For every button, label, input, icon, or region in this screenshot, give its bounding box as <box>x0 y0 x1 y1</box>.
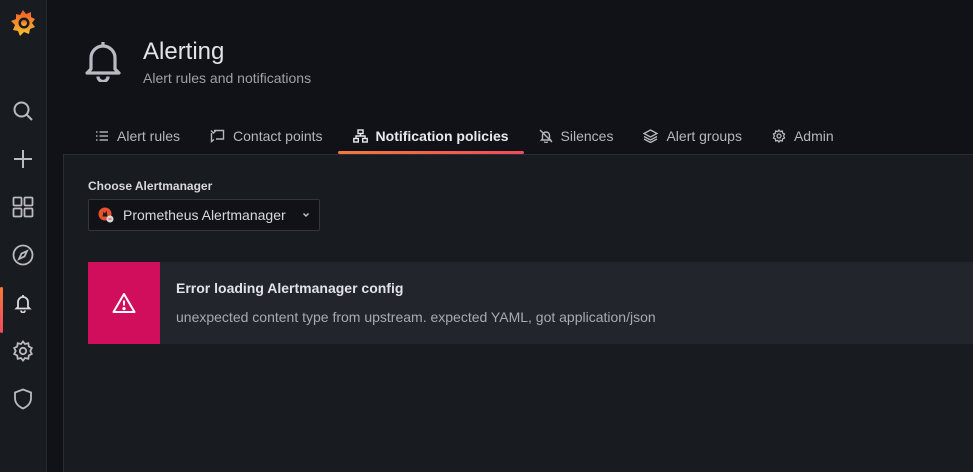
sidebar-item-server-admin[interactable] <box>0 379 46 419</box>
list-icon <box>96 131 108 141</box>
bell-icon <box>84 40 122 84</box>
page-subtitle: Alert rules and notifications <box>143 70 312 86</box>
tab-label: Silences <box>560 128 614 144</box>
tab-alert-rules[interactable]: Alert rules <box>80 118 195 154</box>
tab-content: Choose Alertmanager Prometheus Alertmana… <box>63 154 973 472</box>
sidebar-item-search[interactable] <box>0 91 46 131</box>
layer-group-icon <box>643 129 659 143</box>
sidebar <box>0 0 47 472</box>
tab-label: Alert rules <box>117 128 181 144</box>
alert-title: Error loading Alertmanager config <box>176 280 404 296</box>
error-alert: Error loading Alertmanager config unexpe… <box>88 262 973 344</box>
tab-silences[interactable]: Silences <box>524 118 629 154</box>
cog-icon <box>772 129 786 143</box>
gear-icon <box>12 340 34 362</box>
grafana-logo-icon[interactable] <box>9 8 37 38</box>
tab-admin[interactable]: Admin <box>757 118 849 154</box>
sidebar-item-dashboards[interactable] <box>0 187 46 227</box>
alert-body: Error loading Alertmanager config unexpe… <box>160 262 672 344</box>
sidebar-item-create[interactable] <box>0 139 46 179</box>
plus-icon <box>14 150 32 168</box>
tab-contact-points[interactable]: Contact points <box>195 118 338 154</box>
sidebar-item-alerting[interactable] <box>0 283 46 333</box>
alertmanager-picker[interactable]: Prometheus Alertmanager <box>88 199 320 231</box>
tab-notification-policies[interactable]: Notification policies <box>337 118 524 154</box>
tab-label: Admin <box>793 128 834 144</box>
alert-icon-box <box>88 262 160 344</box>
sidebar-item-configuration[interactable] <box>0 331 46 371</box>
page-title: Alerting <box>143 38 225 65</box>
apps-icon <box>12 196 34 218</box>
tab-alert-groups[interactable]: Alert groups <box>628 118 756 154</box>
sitemap-icon <box>352 129 368 143</box>
prometheus-logo-icon <box>98 207 114 223</box>
compass-icon <box>12 244 34 266</box>
bell-slash-icon <box>539 129 553 143</box>
bell-icon <box>14 295 32 313</box>
tab-label: Alert groups <box>666 128 742 144</box>
comment-alt-share-icon <box>210 129 225 143</box>
tab-label: Notification policies <box>375 128 509 144</box>
tab-label: Contact points <box>233 128 323 144</box>
shield-icon <box>14 388 32 410</box>
search-icon <box>13 101 33 121</box>
sidebar-item-explore[interactable] <box>0 235 46 275</box>
chevron-down-icon <box>303 213 309 217</box>
alertmanager-picker-value: Prometheus Alertmanager <box>123 207 286 223</box>
tab-bar: Alert rules Contact points Notification … <box>80 118 849 154</box>
exclamation-triangle-icon <box>112 293 136 313</box>
alert-message: unexpected content type from upstream. e… <box>176 309 656 325</box>
alertmanager-picker-label: Choose Alertmanager <box>88 179 213 193</box>
